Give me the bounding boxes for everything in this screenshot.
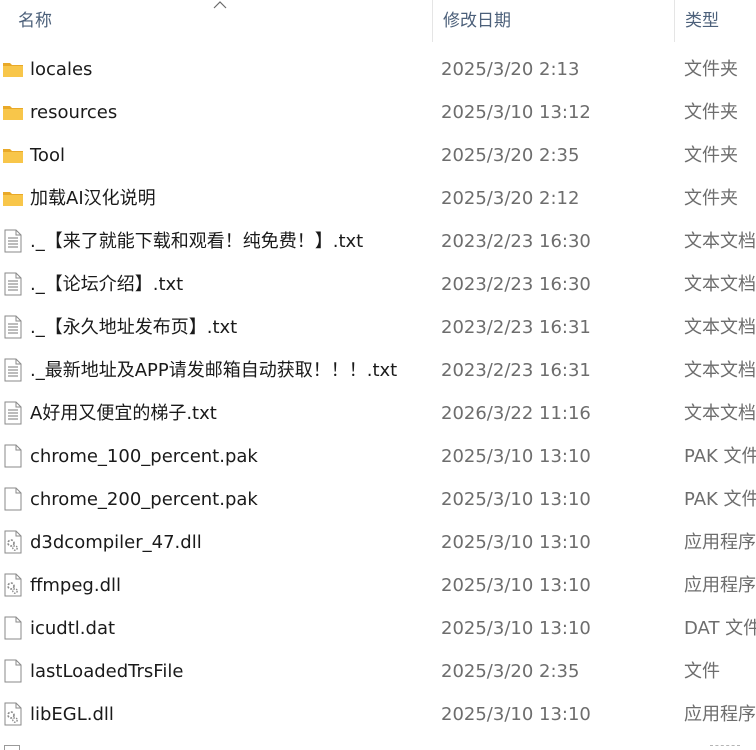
generic-file-icon: [2, 659, 24, 683]
partial-type-text: [710, 745, 740, 748]
folder-icon: [2, 143, 24, 167]
dll-file-icon: [2, 573, 24, 597]
file-row[interactable]: resources 2025/3/10 13:12 文件夹: [0, 91, 756, 134]
file-row[interactable]: chrome_200_percent.pak 2025/3/10 13:10 PAK…: [0, 478, 756, 521]
file-name[interactable]: ffmpeg.dll: [30, 564, 121, 607]
text-document-icon: [2, 229, 24, 253]
file-date-modified: 2025/3/10 13:10: [441, 618, 591, 639]
file-type: 文本文档: [684, 360, 756, 381]
file-row[interactable]: locales 2025/3/20 2:13 文件夹: [0, 48, 756, 91]
file-row[interactable]: chrome_100_percent.pak 2025/3/10 13:10 PAK…: [0, 435, 756, 478]
file-row[interactable]: libEGL.dll 2025/3/10 13:10 应用程序扩展: [0, 693, 756, 736]
file-type: DAT 文件: [684, 618, 756, 639]
file-row[interactable]: 加载AI汉化说明 2025/3/20 2:12 文件夹: [0, 177, 756, 220]
text-document-icon: [2, 272, 24, 296]
partial-file-icon: [4, 745, 20, 750]
file-list: locales 2025/3/20 2:13 文件夹 resources 2025/3/…: [0, 48, 756, 736]
file-row[interactable]: lastLoadedTrsFile 2025/3/20 2:35 文件: [0, 650, 756, 693]
folder-icon: [2, 100, 24, 124]
file-name[interactable]: ._最新地址及APP请发邮箱自动获取！！！.txt: [30, 349, 397, 392]
generic-file-icon: [2, 616, 24, 640]
file-date-modified: 2025/3/20 2:12: [441, 188, 580, 209]
dll-file-icon: [2, 702, 24, 726]
file-type: 文本文档: [684, 231, 756, 252]
file-date-modified: 2023/2/23 16:31: [441, 360, 591, 381]
file-type: 文件夹: [684, 188, 738, 209]
file-type: 文本文档: [684, 317, 756, 338]
file-name[interactable]: 加载AI汉化说明: [30, 177, 156, 220]
column-header-date-modified[interactable]: 修改日期: [432, 0, 674, 42]
folder-icon: [2, 57, 24, 81]
file-date-modified: 2023/2/23 16:30: [441, 274, 591, 295]
file-date-modified: 2023/2/23 16:30: [441, 231, 591, 252]
file-date-modified: 2025/3/10 13:10: [441, 704, 591, 725]
column-header-bar: 名称 修改日期 类型: [0, 0, 756, 42]
file-name[interactable]: Tool: [30, 134, 65, 177]
file-type: 应用程序扩展: [684, 704, 756, 725]
file-row[interactable]: ._【论坛介绍】.txt 2023/2/23 16:30 文本文档: [0, 263, 756, 306]
file-name[interactable]: locales: [30, 48, 92, 91]
file-name[interactable]: ._【来了就能下载和观看！纯免费！】.txt: [30, 220, 363, 263]
file-date-modified: 2025/3/10 13:10: [441, 532, 591, 553]
file-row[interactable]: icudtl.dat 2025/3/10 13:10 DAT 文件: [0, 607, 756, 650]
file-name[interactable]: A好用又便宜的梯子.txt: [30, 392, 217, 435]
file-type: 文本文档: [684, 274, 756, 295]
file-row[interactable]: ._【来了就能下载和观看！纯免费！】.txt 2023/2/23 16:30 文本文…: [0, 220, 756, 263]
file-type: 应用程序扩展: [684, 532, 756, 553]
file-type: 文件夹: [684, 59, 738, 80]
file-row[interactable]: Tool 2025/3/20 2:35 文件夹: [0, 134, 756, 177]
file-row[interactable]: ffmpeg.dll 2025/3/10 13:10 应用程序扩展: [0, 564, 756, 607]
file-row[interactable]: ._最新地址及APP请发邮箱自动获取！！！.txt 2023/2/23 16:31…: [0, 349, 756, 392]
file-name[interactable]: ._【永久地址发布页】.txt: [30, 306, 237, 349]
file-type: 文件夹: [684, 145, 738, 166]
file-date-modified: 2025/3/10 13:10: [441, 489, 591, 510]
file-type: 应用程序扩展: [684, 575, 756, 596]
file-date-modified: 2025/3/10 13:10: [441, 575, 591, 596]
file-row[interactable]: d3dcompiler_47.dll 2025/3/10 13:10 应用程序扩展: [0, 521, 756, 564]
file-date-modified: 2025/3/20 2:13: [441, 59, 580, 80]
file-date-modified: 2025/3/20 2:35: [441, 145, 580, 166]
file-type: 文件夹: [684, 102, 738, 123]
file-date-modified: 2025/3/20 2:35: [441, 661, 580, 682]
file-explorer: 名称 修改日期 类型 locales 2025/3/20 2:13 文件夹 resou…: [0, 0, 756, 750]
file-name[interactable]: lastLoadedTrsFile: [30, 650, 183, 693]
partial-next-row: [0, 741, 756, 750]
file-date-modified: 2025/3/10 13:12: [441, 102, 591, 123]
file-name[interactable]: chrome_100_percent.pak: [30, 435, 258, 478]
folder-icon: [2, 186, 24, 210]
file-name[interactable]: chrome_200_percent.pak: [30, 478, 258, 521]
file-date-modified: 2025/3/10 13:10: [441, 446, 591, 467]
file-type: 文本文档: [684, 403, 756, 424]
file-name[interactable]: libEGL.dll: [30, 693, 114, 736]
file-name[interactable]: resources: [30, 91, 117, 134]
file-row[interactable]: A好用又便宜的梯子.txt 2026/3/22 11:16 文本文档: [0, 392, 756, 435]
text-document-icon: [2, 401, 24, 425]
generic-file-icon: [2, 487, 24, 511]
file-date-modified: 2026/3/22 11:16: [441, 403, 591, 424]
file-name[interactable]: ._【论坛介绍】.txt: [30, 263, 183, 306]
text-document-icon: [2, 315, 24, 339]
file-type: PAK 文件: [684, 446, 756, 467]
column-header-name[interactable]: 名称: [8, 0, 432, 42]
generic-file-icon: [2, 444, 24, 468]
file-name[interactable]: d3dcompiler_47.dll: [30, 521, 202, 564]
file-name[interactable]: icudtl.dat: [30, 607, 115, 650]
file-row[interactable]: ._【永久地址发布页】.txt 2023/2/23 16:31 文本文档: [0, 306, 756, 349]
file-type: 文件: [684, 661, 720, 682]
file-type: PAK 文件: [684, 489, 756, 510]
file-date-modified: 2023/2/23 16:31: [441, 317, 591, 338]
dll-file-icon: [2, 530, 24, 554]
text-document-icon: [2, 358, 24, 382]
column-header-type[interactable]: 类型: [674, 0, 756, 42]
